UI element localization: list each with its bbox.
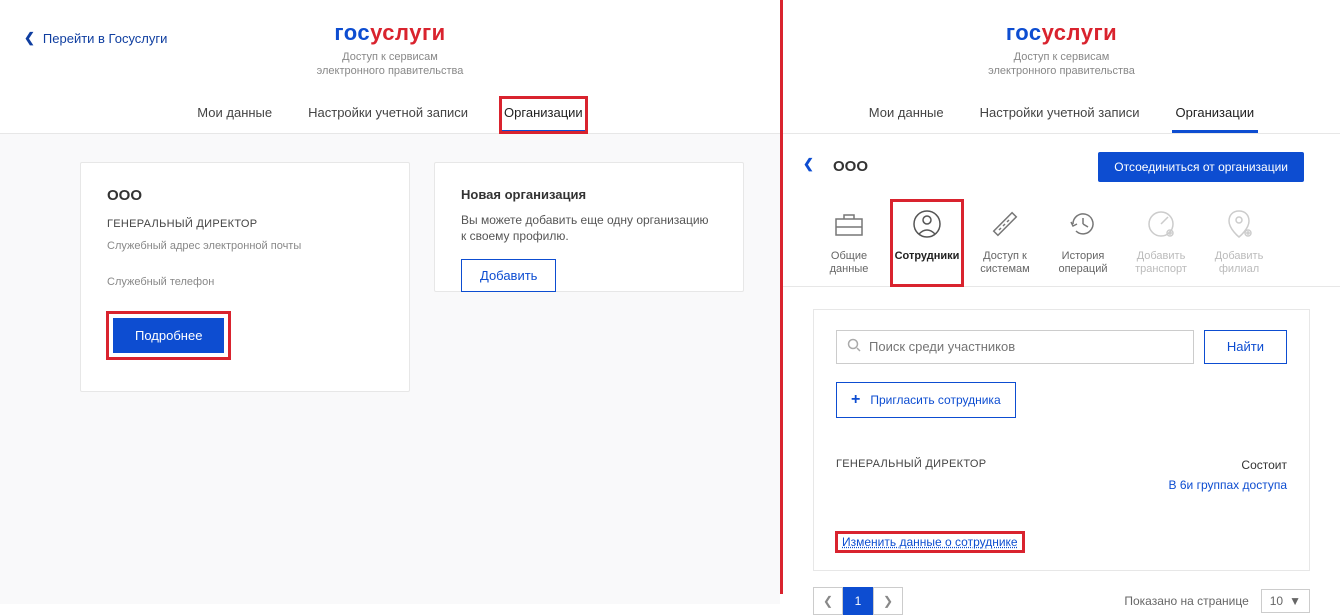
invite-button[interactable]: + Пригласить сотрудника <box>836 382 1016 418</box>
membership-heading: Состоит <box>1169 458 1287 472</box>
membership-value[interactable]: В 6и группах доступа <box>1169 478 1287 492</box>
tab-organizations[interactable]: Организации <box>500 97 587 133</box>
pager-size-select[interactable]: 10 ▼ <box>1261 589 1310 613</box>
subtab-access[interactable]: Доступ к системам <box>969 200 1041 286</box>
subtab-transport[interactable]: Добавить транспорт <box>1125 200 1197 286</box>
tab-settings[interactable]: Настройки учетной записи <box>304 97 472 133</box>
employee-row: ГЕНЕРАЛЬНЫЙ ДИРЕКТОР Состоит В 6и группа… <box>836 458 1287 492</box>
disconnect-button[interactable]: Отсоединиться от организации <box>1098 152 1304 182</box>
more-highlight: Подробнее <box>107 312 230 359</box>
pager-page-1[interactable]: 1 <box>843 587 873 615</box>
add-org-button[interactable]: Добавить <box>461 259 556 292</box>
back-link[interactable]: ❮ Перейти в Госуслуги <box>24 30 167 46</box>
search-input-wrap[interactable] <box>836 330 1194 364</box>
subtab-branch[interactable]: Добавить филиал <box>1203 200 1275 286</box>
edit-employee-link[interactable]: Изменить данные о сотруднике <box>836 532 1024 552</box>
search-icon <box>847 338 861 355</box>
tab-organizations-r[interactable]: Организации <box>1172 97 1259 133</box>
pager-next[interactable]: ❯ <box>873 587 903 615</box>
brand-header-r: госуслуги Доступ к сервисам электронного… <box>783 0 1340 79</box>
subtab-history[interactable]: История операций <box>1047 200 1119 286</box>
caret-down-icon: ▼ <box>1289 594 1301 608</box>
employee-role: ГЕНЕРАЛЬНЫЙ ДИРЕКТОР <box>836 458 986 470</box>
tab-my-data[interactable]: Мои данные <box>193 97 276 133</box>
logo-r: госуслуги <box>783 20 1340 46</box>
top-tabs: Мои данные Настройки учетной записи Орга… <box>0 97 780 134</box>
org-name: ООО <box>107 187 383 204</box>
new-org-card: Новая организация Вы можете добавить еще… <box>434 162 744 292</box>
back-label: Перейти в Госуслуги <box>43 31 167 46</box>
org-title: ООО <box>833 158 868 175</box>
brand-sub: Доступ к сервисам электронного правитель… <box>0 50 780 79</box>
plus-icon: + <box>851 391 860 409</box>
pin-plus-icon <box>1221 206 1257 242</box>
find-button[interactable]: Найти <box>1204 330 1287 364</box>
org-card: ООО ГЕНЕРАЛЬНЫЙ ДИРЕКТОР Служебный адрес… <box>80 162 410 392</box>
pager-prev[interactable]: ❮ <box>813 587 843 615</box>
org-role: ГЕНЕРАЛЬНЫЙ ДИРЕКТОР <box>107 218 383 230</box>
tab-my-data-r[interactable]: Мои данные <box>865 97 948 133</box>
tab-settings-r[interactable]: Настройки учетной записи <box>976 97 1144 133</box>
history-icon <box>1065 206 1101 242</box>
pager: ❮ 1 ❯ Показано на странице 10 ▼ <box>813 587 1310 615</box>
employees-panel: Найти + Пригласить сотрудника ГЕНЕРАЛЬНЫ… <box>813 309 1310 571</box>
brand-sub-r: Доступ к сервисам электронного правитель… <box>783 50 1340 79</box>
subtab-employees[interactable]: Сотрудники <box>891 200 963 286</box>
ruler-icon <box>987 206 1023 242</box>
org-subtabs: Общие данные Сотрудники Доступ к система… <box>783 190 1340 287</box>
speedometer-icon <box>1143 206 1179 242</box>
more-button[interactable]: Подробнее <box>113 318 224 353</box>
chevron-left-icon: ❮ <box>24 30 35 46</box>
top-tabs-r: Мои данные Настройки учетной записи Орга… <box>783 97 1340 134</box>
person-icon <box>909 206 945 242</box>
subtab-general[interactable]: Общие данные <box>813 200 885 286</box>
pager-label: Показано на странице <box>1124 594 1248 608</box>
search-input[interactable] <box>869 339 1183 354</box>
new-org-desc: Вы можете добавить еще одну организацию … <box>461 212 717 246</box>
invite-label: Пригласить сотрудника <box>870 393 1000 407</box>
work-phone-label: Служебный телефон <box>107 276 383 288</box>
work-email-label: Служебный адрес электронной почты <box>107 240 383 252</box>
briefcase-icon <box>831 206 867 242</box>
new-org-title: Новая организация <box>461 187 717 202</box>
org-back-button[interactable]: ❮ <box>803 156 814 172</box>
